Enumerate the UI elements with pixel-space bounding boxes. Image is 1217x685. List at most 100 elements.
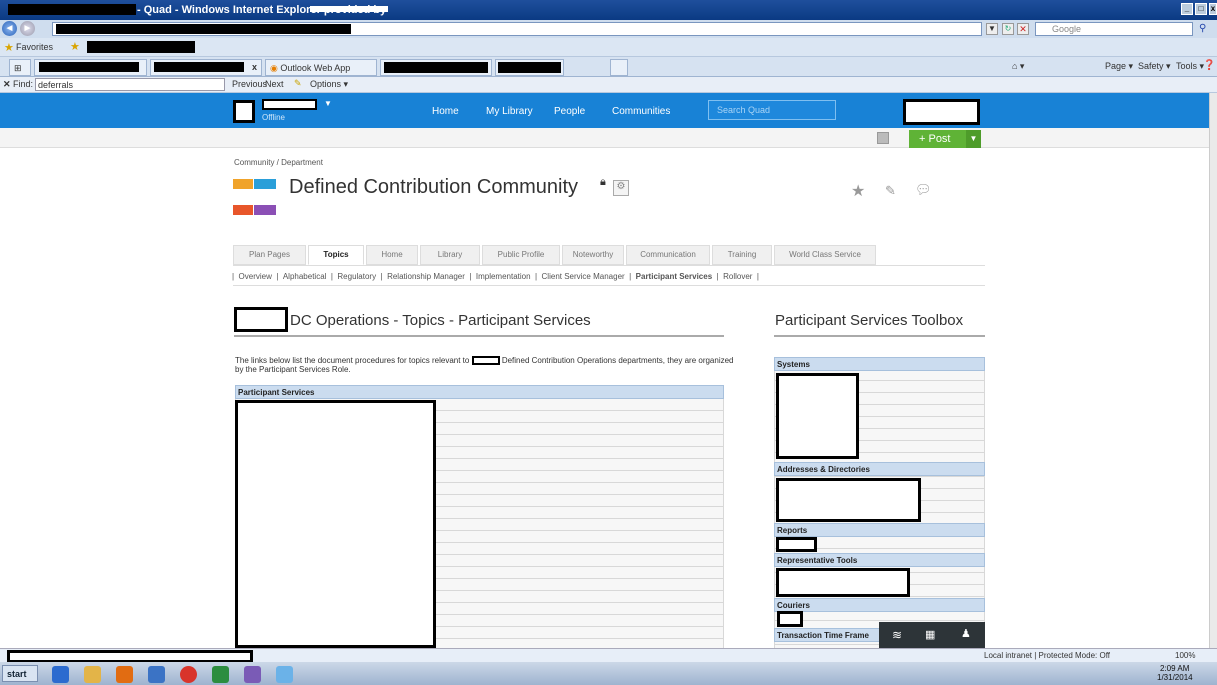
- explorer-icon[interactable]: [84, 666, 101, 683]
- subnav-relationship-manager[interactable]: Relationship Manager: [387, 272, 465, 281]
- tab-world-class-service[interactable]: World Class Service: [774, 245, 876, 265]
- safety-menu[interactable]: Safety ▾: [1138, 61, 1171, 72]
- vertical-scrollbar[interactable]: [1209, 93, 1217, 648]
- discussion-icon[interactable]: 💬︎: [915, 182, 932, 198]
- chevron-down-icon[interactable]: ▼: [966, 130, 981, 148]
- subnav-implementation[interactable]: Implementation: [476, 272, 531, 281]
- back-icon[interactable]: ◄: [2, 21, 17, 36]
- status-bar: Local intranet | Protected Mode: Off 100…: [0, 648, 1217, 663]
- browser-tab[interactable]: [380, 59, 492, 76]
- section-label: Couriers: [777, 601, 810, 610]
- chrome-icon[interactable]: [180, 666, 197, 683]
- tab-library[interactable]: Library: [420, 245, 480, 265]
- stop-icon[interactable]: ✕: [1017, 23, 1029, 35]
- find-input[interactable]: deferrals: [35, 78, 225, 91]
- redacted-block: [776, 373, 859, 459]
- tab-noteworthy[interactable]: Noteworthy: [562, 245, 624, 265]
- browser-tabs-row: ⊞ x ◉ Outlook Web App ⌂ ▾ Page ▾ Safety …: [0, 57, 1217, 77]
- quick-tabs-icon[interactable]: ⊞: [9, 59, 31, 76]
- subnav-client-service-manager[interactable]: Client Service Manager: [542, 272, 625, 281]
- toolbox-section-representative-tools: Representative Tools: [774, 553, 985, 567]
- maximize-button[interactable]: □: [1195, 3, 1207, 15]
- edit-icon[interactable]: ✎: [885, 183, 896, 199]
- nav-people[interactable]: People: [554, 106, 585, 117]
- star-icon[interactable]: ★: [851, 181, 865, 201]
- subnav-rollover[interactable]: Rollover: [723, 272, 752, 281]
- highlight-icon[interactable]: ✎: [294, 78, 302, 89]
- community-logo: [233, 179, 276, 217]
- person-icon[interactable]: ♟: [961, 627, 971, 640]
- nav-communities[interactable]: Communities: [612, 106, 670, 117]
- search-icon[interactable]: ⚲: [1199, 23, 1206, 34]
- app-icon[interactable]: [244, 666, 261, 683]
- subnav-overview[interactable]: Overview: [239, 272, 272, 281]
- zone-status: Local intranet | Protected Mode: Off: [984, 651, 1110, 660]
- activity-icon[interactable]: ≋: [892, 628, 902, 642]
- address-input[interactable]: [52, 22, 982, 36]
- redacted-block: [8, 4, 136, 15]
- tools-menu[interactable]: Tools ▾: [1176, 61, 1204, 72]
- dropdown-icon[interactable]: ▼: [986, 23, 998, 35]
- redacted-block: [235, 400, 436, 648]
- tab-public-profile[interactable]: Public Profile: [482, 245, 560, 265]
- zoom-level[interactable]: 100%: [1175, 651, 1195, 660]
- post-button[interactable]: + Post ▼: [909, 130, 981, 148]
- close-find-icon[interactable]: ✕: [3, 79, 11, 90]
- nav-home[interactable]: Home: [432, 106, 459, 117]
- refresh-icon[interactable]: ↻: [1002, 23, 1014, 35]
- browser-tab-active[interactable]: x: [150, 59, 262, 76]
- start-label: start: [7, 669, 27, 679]
- toolbox-title: Participant Services Toolbox: [775, 312, 964, 329]
- outlook-icon[interactable]: [116, 666, 133, 683]
- minimize-button[interactable]: _: [1181, 3, 1193, 15]
- avatar[interactable]: [233, 100, 255, 123]
- find-options-button[interactable]: Options ▾: [310, 79, 348, 90]
- tab-home[interactable]: Home: [366, 245, 418, 265]
- nav-my-library[interactable]: My Library: [486, 106, 533, 117]
- add-favorite-icon[interactable]: ★: [70, 40, 80, 53]
- tab-plan-pages[interactable]: Plan Pages: [233, 245, 306, 265]
- home-icon[interactable]: ⌂ ▾: [1012, 61, 1024, 72]
- gear-icon[interactable]: ⚙: [613, 180, 629, 196]
- browser-tab[interactable]: ◉ Outlook Web App: [265, 59, 377, 76]
- section-label: Systems: [777, 360, 810, 369]
- find-input-value: deferrals: [38, 80, 74, 90]
- browser-tab[interactable]: [34, 59, 147, 76]
- chevron-down-icon[interactable]: ▼: [324, 99, 332, 108]
- page-title: Defined Contribution Community: [289, 176, 579, 198]
- favorites-bar: ★ Favorites ★: [0, 38, 1217, 57]
- close-tab-icon[interactable]: x: [252, 62, 257, 72]
- tab-communication[interactable]: Communication: [626, 245, 710, 265]
- find-previous-button[interactable]: Previous: [232, 79, 267, 89]
- search-input[interactable]: Google: [1035, 22, 1193, 36]
- excel-icon[interactable]: [212, 666, 229, 683]
- tab-topics[interactable]: Topics: [308, 245, 364, 265]
- redacted-block: [776, 537, 817, 552]
- new-tab-button[interactable]: [610, 59, 628, 76]
- ie-icon[interactable]: [52, 666, 69, 683]
- intro-text-part: by the Participant Services Role.: [235, 365, 351, 375]
- find-next-button[interactable]: Next: [265, 79, 284, 89]
- subnav-participant-services[interactable]: Participant Services: [636, 272, 712, 281]
- site-search-input[interactable]: Search Quad: [708, 100, 836, 120]
- calendar-icon[interactable]: ▦: [925, 628, 935, 641]
- inbox-icon[interactable]: [877, 132, 889, 144]
- app-icon[interactable]: [148, 666, 165, 683]
- tab-training[interactable]: Training: [712, 245, 772, 265]
- redacted-block: [498, 62, 561, 73]
- subnav-regulatory[interactable]: Regulatory: [337, 272, 376, 281]
- close-button[interactable]: x: [1209, 3, 1217, 15]
- window-title-bar: - Quad - Windows Internet Explorer provi…: [0, 0, 1217, 20]
- page-menu[interactable]: Page ▾: [1105, 61, 1133, 72]
- heading-rule: [774, 335, 985, 337]
- user-name-redacted[interactable]: [262, 99, 317, 110]
- forward-icon[interactable]: ►: [20, 21, 35, 36]
- redacted-block: [56, 24, 351, 34]
- favorites-button[interactable]: Favorites: [16, 42, 53, 52]
- browser-tab[interactable]: [495, 59, 564, 76]
- subnav-alphabetical[interactable]: Alphabetical: [283, 272, 327, 281]
- start-button[interactable]: start: [2, 665, 38, 682]
- paint-icon[interactable]: [276, 666, 293, 683]
- help-icon[interactable]: ❓: [1203, 60, 1215, 71]
- section-label: Transaction Time Frame: [777, 631, 869, 640]
